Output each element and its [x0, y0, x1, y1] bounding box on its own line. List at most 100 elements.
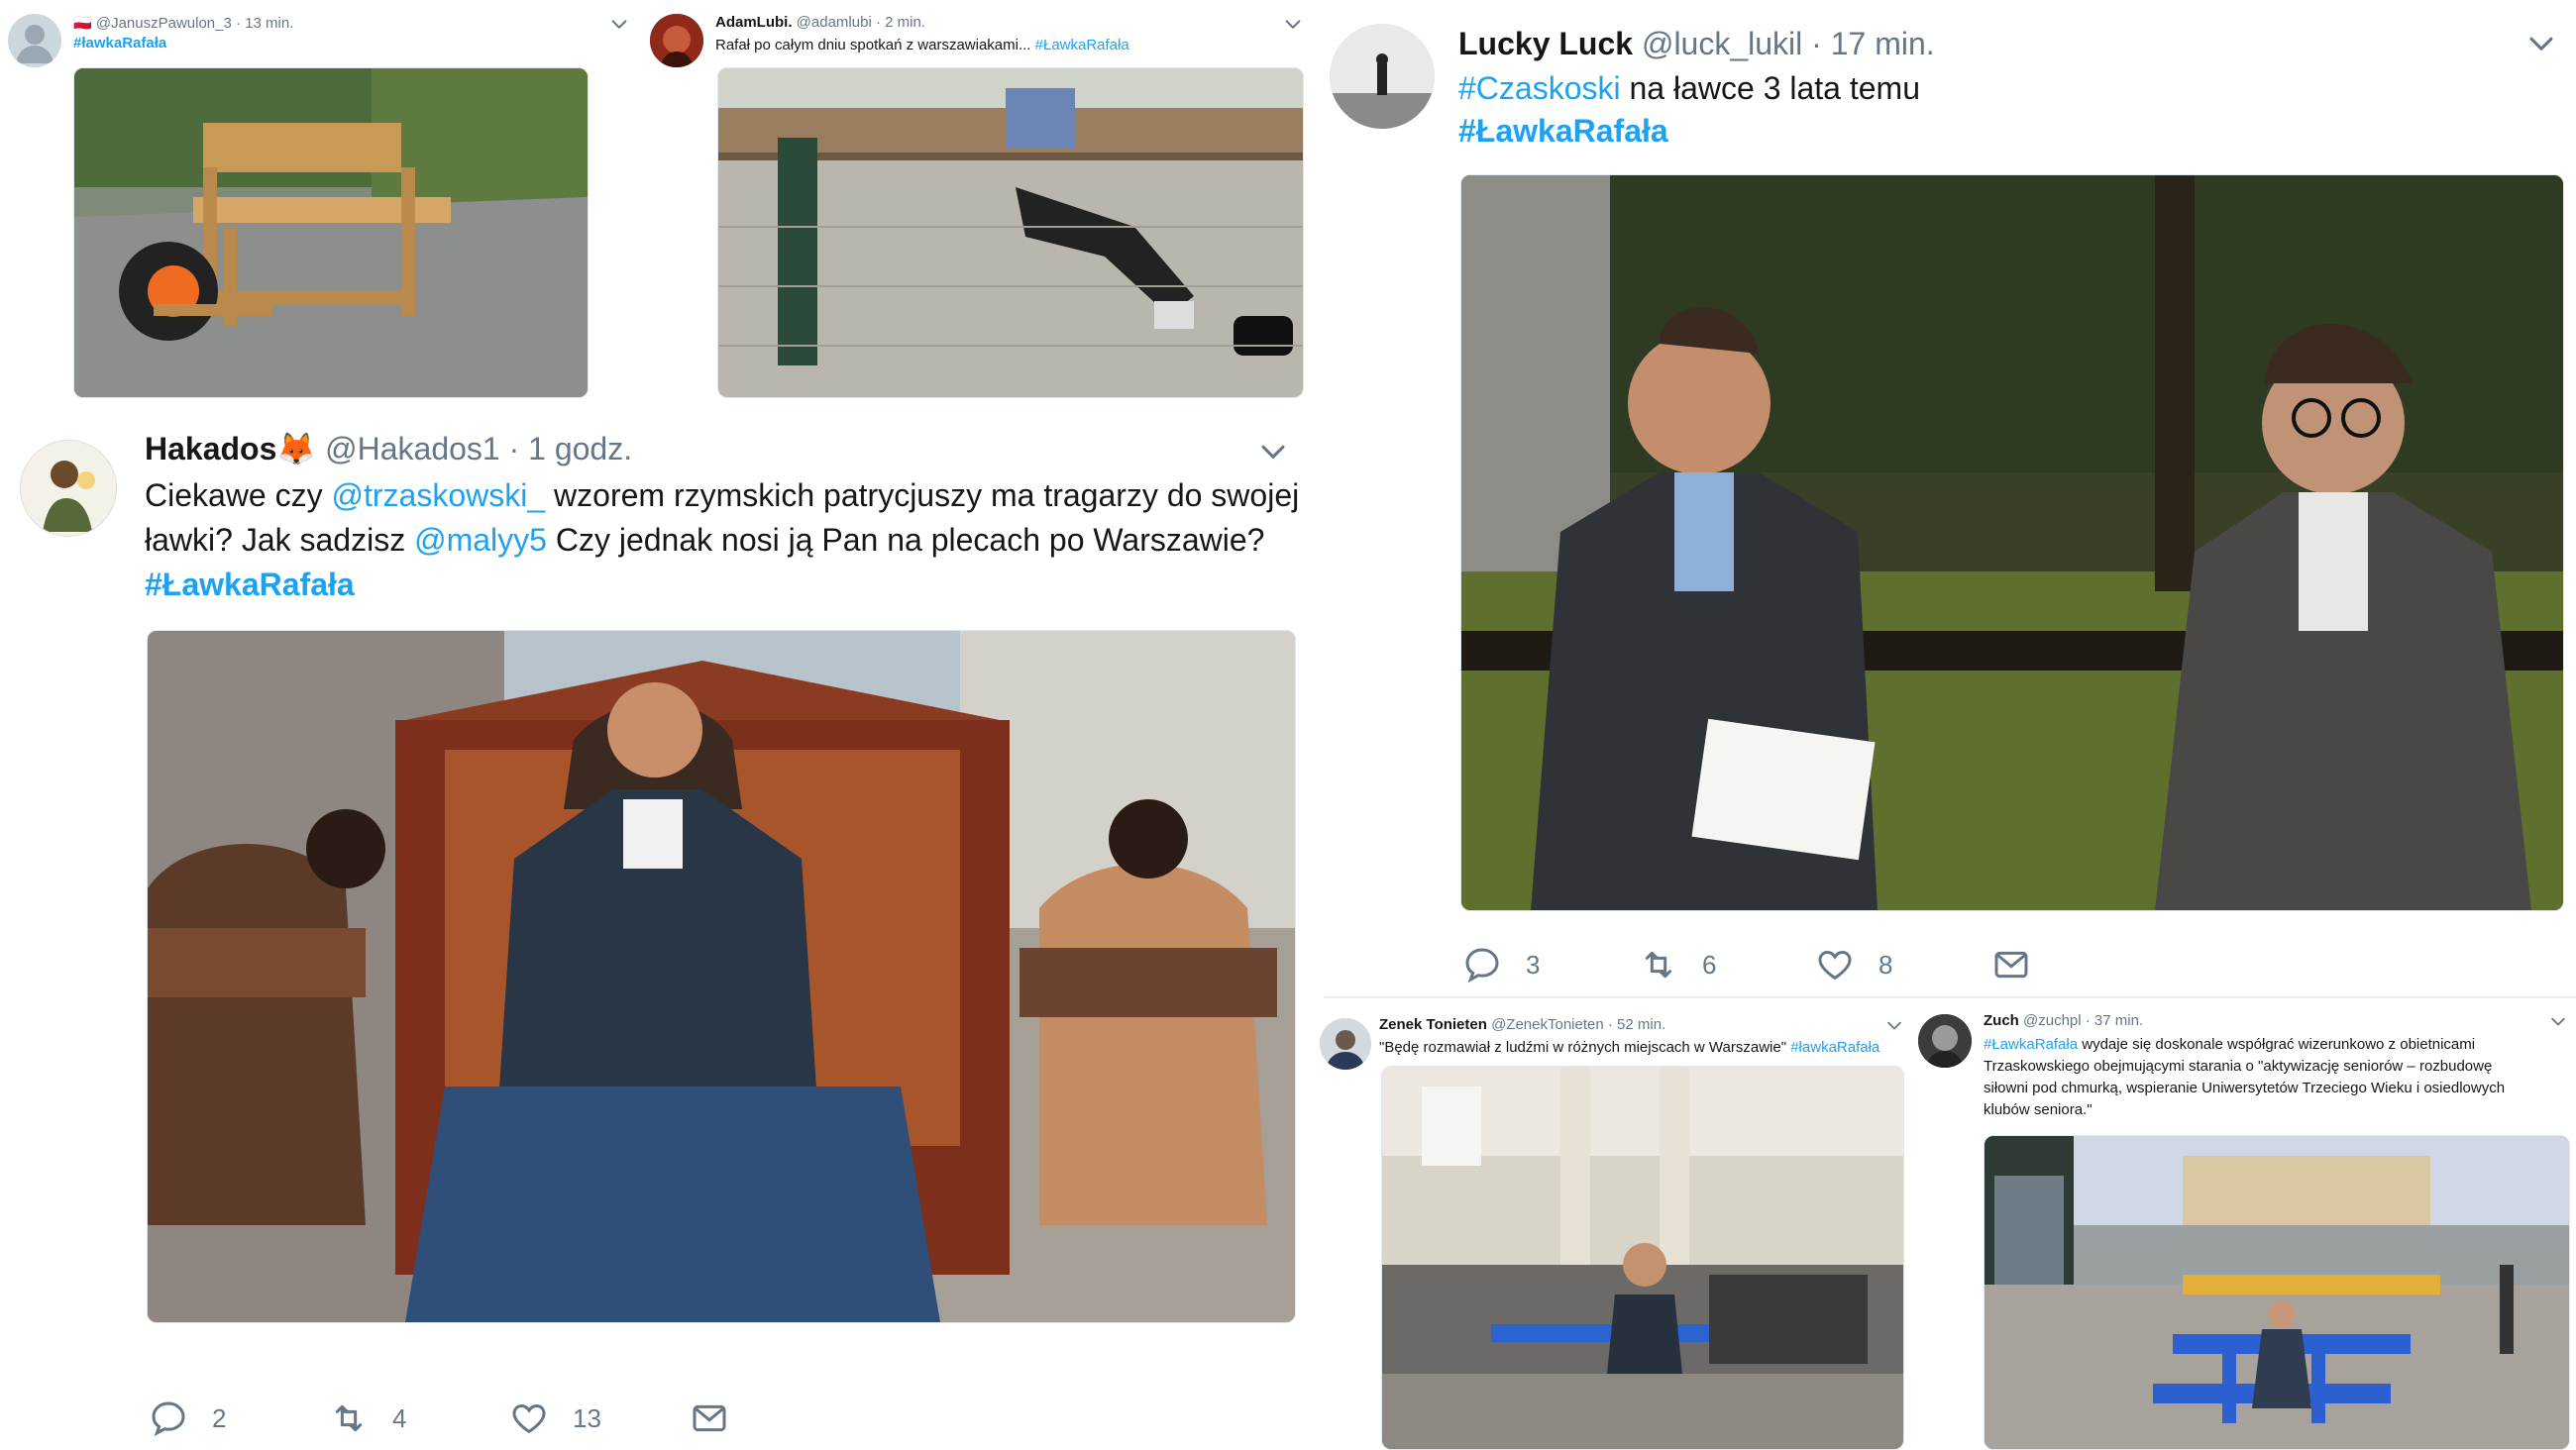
tweet-header: Zuch @zuchpl · 37 min. [1984, 1012, 2143, 1029]
flag-icon: 🇵🇱 [73, 15, 92, 32]
tweet-photo-throne[interactable] [147, 630, 1296, 1323]
photo-illustration [1382, 1067, 1903, 1449]
tweet-adamlubi: AdamLubi. @adamlubi · 2 min. Rafał po ca… [644, 0, 1318, 406]
photo-illustration [1985, 1136, 2569, 1449]
tweet-header: Lucky Luck @luck_lukil · 17 min. [1458, 26, 1935, 62]
photo-illustration [1461, 175, 2563, 910]
tweet-header: Zenek Tonieten @ZenekTonieten · 52 min. [1379, 1016, 1665, 1033]
tweet-photo-man-on-ground[interactable] [717, 67, 1304, 398]
tweet-body: wydaje się doskonale współgrać wizerunko… [2078, 1036, 2476, 1053]
tweet-photo-sejm-bench[interactable] [1381, 1066, 1904, 1450]
like-icon [1815, 945, 1855, 984]
avatar[interactable] [1320, 1018, 1371, 1070]
user-avatar-icon [21, 441, 116, 536]
tweet-header: 🇵🇱 @JanuszPawulon_3 · 13 min. [73, 14, 293, 32]
user-handle[interactable]: @JanuszPawulon_3 [96, 15, 232, 32]
tweet-zuch: Zuch @zuchpl · 37 min. #ŁawkaRafała wyda… [1918, 1000, 2576, 1450]
tweet-header: Hakados🦊 @Hakados1 · 1 godz. [145, 430, 632, 467]
reply-button[interactable]: 3 [1462, 945, 1639, 984]
message-icon [1991, 945, 2031, 984]
tweet-photo-park-bench[interactable] [1460, 174, 2564, 911]
retweet-button[interactable]: 4 [329, 1398, 509, 1438]
timestamp[interactable]: · 1 godz. [509, 431, 633, 466]
user-name[interactable]: Lucky Luck [1458, 26, 1633, 61]
tweet-luckyluck: Lucky Luck @luck_lukil · 17 min. #Czasko… [1318, 0, 2576, 990]
message-button[interactable] [1991, 945, 2031, 984]
user-name[interactable]: AdamLubi. [715, 14, 793, 31]
chevron-down-icon[interactable] [1256, 436, 1290, 469]
like-icon [509, 1398, 549, 1438]
timestamp[interactable]: · 13 min. [236, 15, 293, 32]
chevron-down-icon[interactable] [2548, 1012, 2568, 1032]
tweet-photo-street-bench[interactable] [1984, 1135, 2570, 1450]
like-count: 13 [573, 1402, 601, 1433]
reply-count: 2 [212, 1402, 227, 1433]
tweet-body: Trzaskowskiego obejmującymi starania o "… [1984, 1058, 2493, 1075]
divider [1324, 996, 2576, 998]
retweet-icon [1639, 945, 1678, 984]
avatar[interactable] [650, 14, 703, 67]
message-icon [690, 1398, 729, 1438]
mention[interactable]: @malyy5 [414, 522, 547, 558]
user-handle[interactable]: @luck_lukil [1642, 26, 1802, 61]
mention[interactable]: @trzaskowski_ [332, 477, 546, 513]
hashtag[interactable]: #ławkaRafała [73, 35, 166, 52]
user-handle[interactable]: @adamlubi · 2 min. [797, 14, 925, 31]
tweet-text: #ŁawkaRafała wydaje się doskonale współg… [1984, 1034, 2505, 1121]
avatar[interactable] [1330, 24, 1435, 129]
user-photo-icon [650, 14, 703, 67]
tweet-text: #Czaskoski na ławce 3 lata temu #ŁawkaRa… [1458, 67, 1920, 153]
tweet-text: #ławkaRafała [73, 34, 166, 53]
tweet-zenektonieten: Zenek Tonieten @ZenekTonieten · 52 min. … [1318, 1000, 1922, 1450]
tweet-actions: 2 4 13 [149, 1398, 729, 1438]
retweet-button[interactable]: 6 [1639, 945, 1815, 984]
hashtag[interactable]: #ŁawkaRafała [145, 567, 355, 602]
retweet-count: 6 [1702, 949, 1717, 980]
tweet-actions: 3 6 8 [1462, 945, 2031, 984]
user-handle[interactable]: @Hakados1 [325, 431, 500, 466]
hashtag[interactable]: #Czaskoski [1458, 70, 1621, 106]
chevron-down-icon[interactable] [608, 14, 630, 36]
user-handle[interactable]: @ZenekTonieten · 52 min. [1491, 1016, 1665, 1033]
avatar[interactable] [20, 440, 117, 537]
tweet-body: siłowni pod chmurką, wspieranie Uniwersy… [1984, 1080, 2506, 1096]
chevron-down-icon[interactable] [1884, 1016, 1904, 1036]
avatar[interactable] [8, 14, 61, 67]
user-name[interactable]: Hakados [145, 431, 276, 466]
reply-button[interactable]: 2 [149, 1398, 329, 1438]
chevron-down-icon[interactable] [1282, 14, 1304, 36]
like-button[interactable]: 8 [1815, 945, 1991, 984]
default-avatar-icon [16, 25, 54, 63]
user-photo-icon [1320, 1018, 1371, 1070]
user-photo-icon [1330, 24, 1435, 129]
reply-icon [149, 1398, 188, 1438]
message-button[interactable] [690, 1398, 729, 1438]
photo-illustration [718, 68, 1303, 397]
retweet-icon [329, 1398, 369, 1438]
reply-icon [1462, 945, 1502, 984]
hashtag[interactable]: #ŁawkaRafała [1458, 113, 1668, 149]
user-name[interactable]: Zuch [1984, 1012, 2019, 1029]
retweet-count: 4 [392, 1402, 407, 1433]
tweet-body: klubów seniora." [1984, 1101, 2093, 1118]
tweet-text: "Będę rozmawiał z ludźmi w różnych miejs… [1379, 1038, 1879, 1058]
bench-illustration [74, 68, 588, 397]
tweet-body: Czy jednak nosi ją Pan na plecach po War… [546, 522, 1265, 558]
hashtag[interactable]: #ławkaRafała [1790, 1039, 1879, 1056]
like-count: 8 [1878, 949, 1893, 980]
fox-emoji-icon: 🦊 [276, 431, 317, 466]
like-button[interactable]: 13 [509, 1398, 690, 1438]
user-handle[interactable]: @zuchpl · 37 min. [2023, 1012, 2143, 1029]
user-name[interactable]: Zenek Tonieten [1379, 1016, 1487, 1033]
photo-illustration [148, 631, 1295, 1322]
tweet-body: na ławce 3 lata temu [1620, 70, 1921, 106]
hashtag[interactable]: #ŁawkaRafała [1035, 37, 1129, 53]
reply-count: 3 [1526, 949, 1541, 980]
tweet-photo-bench-wheel[interactable] [73, 67, 589, 398]
avatar[interactable] [1918, 1014, 1972, 1068]
tweet-januszpawulon: 🇵🇱 @JanuszPawulon_3 · 13 min. #ławkaRafa… [0, 0, 634, 406]
chevron-down-icon[interactable] [2524, 28, 2558, 61]
hashtag[interactable]: #ŁawkaRafała [1984, 1036, 2078, 1053]
tweet-body: Rafał po całym dniu spotkań z warszawiak… [715, 37, 1035, 53]
timestamp[interactable]: · 17 min. [1811, 26, 1934, 61]
